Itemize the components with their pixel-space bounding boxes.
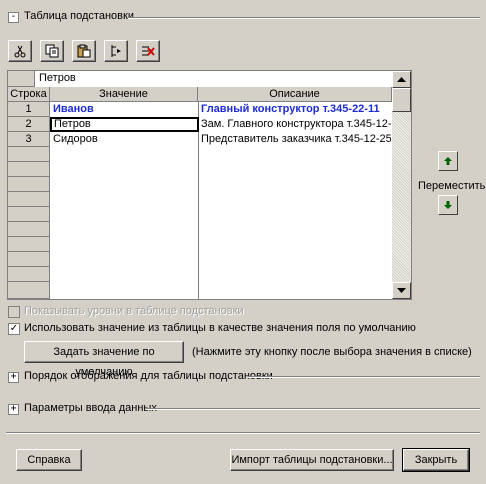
lookup-table: Петров Строка Значение Описание 1 2 3 Ив… [7,70,412,300]
set-default-button[interactable]: Задать значение по умолчанию [24,341,184,378]
move-label: Переместить [418,180,486,192]
row-header[interactable] [8,147,50,162]
row-header[interactable]: 3 [8,132,50,147]
arrow-up-icon [444,157,452,165]
vertical-scrollbar[interactable] [392,71,411,299]
triangle-up-icon [397,77,406,82]
expand-order-toggle[interactable]: + [8,372,19,383]
scroll-up-button[interactable] [392,71,411,88]
table-cell-value[interactable]: Сидоров [51,132,197,147]
row-header[interactable] [8,162,50,177]
import-lookup-button[interactable]: Импорт таблицы подстановки... [230,449,394,471]
copy-button[interactable] [40,40,64,62]
row-header[interactable] [8,237,50,252]
insert-row-button[interactable] [104,40,128,62]
paste-icon [77,44,91,58]
copy-icon [45,44,59,58]
table-cell-value-selected[interactable]: Петров [50,117,199,132]
help-button[interactable]: Справка [16,449,82,471]
row-header[interactable]: 1 [8,102,50,117]
delete-row-button[interactable] [136,40,160,62]
column-header-row: Строка [8,87,50,102]
cell-edit-value: Петров [39,72,76,84]
section-divider [146,408,480,410]
row-header[interactable] [8,192,50,207]
row-header[interactable] [8,282,50,299]
section-divider [248,376,480,378]
row-header[interactable]: 2 [8,117,50,132]
column-header-value[interactable]: Значение [50,87,198,102]
move-down-button[interactable] [438,195,458,215]
insert-row-icon [111,45,121,57]
section-divider [128,17,480,19]
section-order-title: Порядок отображения для таблицы подстано… [24,370,273,382]
row-header[interactable] [8,207,50,222]
collapse-lookup-toggle[interactable]: - [8,12,19,23]
use-default-label: Использовать значение из таблицы в качес… [24,322,416,334]
row-header[interactable] [8,252,50,267]
arrow-down-icon [444,201,452,209]
row-header[interactable] [8,222,50,237]
table-cell-description[interactable]: Представитель заказчика т.345-12-25 [199,132,391,147]
table-cell-description[interactable]: Зам. Главного конструктора т.345-12-21 [199,117,391,132]
table-cell-value[interactable]: Иванов [51,102,197,117]
scroll-thumb[interactable] [392,88,411,112]
show-levels-checkbox[interactable] [8,306,20,318]
cut-button[interactable] [8,40,32,62]
delete-row-icon [142,46,155,56]
section-input-title: Параметры ввода данных [24,402,157,414]
row-header[interactable] [8,267,50,282]
use-default-checkbox[interactable]: ✓ [8,323,20,335]
show-levels-label: Показывать уровни в таблице подстановки [24,305,244,317]
set-default-hint: (Нажмите эту кнопку после выбора значени… [192,346,472,358]
table-cell-description[interactable]: Главный конструктор т.345-22-11 [199,102,391,117]
expand-input-toggle[interactable]: + [8,404,19,415]
edit-bar-corner [8,71,35,87]
footer-divider [6,432,480,434]
move-up-button[interactable] [438,151,458,171]
scissors-icon [14,45,26,58]
paste-button[interactable] [72,40,96,62]
close-button[interactable]: Закрыть [402,448,470,472]
scroll-down-button[interactable] [392,282,411,299]
triangle-down-icon [397,288,406,293]
row-header[interactable] [8,177,50,192]
column-header-description[interactable]: Описание [198,87,392,102]
section-lookup-title: Таблица подстановки [24,10,134,22]
